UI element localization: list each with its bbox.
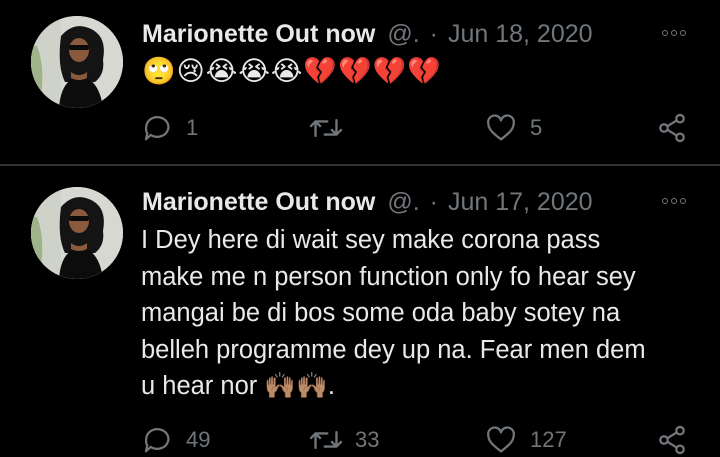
tweet-text-line: I Dey here di wait sey make corona pass xyxy=(141,226,601,254)
reply-count: 1 xyxy=(186,115,199,140)
separator: · xyxy=(429,187,438,216)
action-bar: 49 33 127 xyxy=(138,423,698,457)
reply-icon xyxy=(144,428,170,453)
tweet[interactable]: Marionette Out now @. · Jun 18, 2020 🙄😢😭… xyxy=(0,0,720,165)
retweet-count: 33 xyxy=(355,427,380,452)
avatar-image xyxy=(31,187,123,279)
display-name[interactable]: Marionette Out now xyxy=(142,20,375,49)
more-button[interactable] xyxy=(650,17,690,51)
avatar-image xyxy=(31,16,123,108)
tweet-text-line: make me n person function only fo hear s… xyxy=(141,262,636,291)
share-icon xyxy=(659,113,685,143)
handle[interactable]: @. xyxy=(387,20,419,49)
display-name[interactable]: Marionette Out now xyxy=(142,188,375,217)
like-button[interactable]: 5 xyxy=(484,111,542,145)
avatar[interactable] xyxy=(31,16,123,108)
retweet-button[interactable]: 33 xyxy=(309,423,379,457)
action-bar: 1 5 xyxy=(138,111,698,145)
like-button[interactable]: 127 xyxy=(484,423,567,457)
like-icon xyxy=(487,114,515,141)
tweet-text: I Dey here di wait sey make corona pass … xyxy=(141,222,701,405)
like-icon xyxy=(487,426,515,453)
share-button[interactable] xyxy=(656,111,688,145)
more-button[interactable] xyxy=(650,185,690,219)
share-icon xyxy=(659,425,685,455)
retweet-icon xyxy=(309,118,343,138)
like-count: 5 xyxy=(530,115,543,140)
more-icon xyxy=(662,30,686,36)
reply-icon xyxy=(144,116,170,141)
avatar[interactable] xyxy=(31,187,123,279)
tweet[interactable]: Marionette Out now @. · Jun 17, 2020 I D… xyxy=(0,166,720,455)
reply-count: 49 xyxy=(186,427,211,452)
handle[interactable]: @. xyxy=(387,188,419,217)
tweet-text-line: u hear nor 🙌🏽🙌🏽. xyxy=(141,372,335,400)
retweet-button[interactable] xyxy=(309,111,355,145)
tweet-text-line: belleh programme dey up na. Fear men dem xyxy=(141,335,646,364)
separator: · xyxy=(429,19,438,48)
tweet-text-line: mangai be di bos some oda baby sotey na xyxy=(141,299,621,327)
reply-button[interactable]: 49 xyxy=(142,423,210,457)
reply-button[interactable]: 1 xyxy=(142,111,198,145)
timestamp[interactable]: Jun 18, 2020 xyxy=(448,20,593,49)
more-icon xyxy=(662,198,686,204)
timestamp[interactable]: Jun 17, 2020 xyxy=(448,188,593,217)
tweet-header: Marionette Out now @. · Jun 17, 2020 xyxy=(142,185,702,219)
retweet-icon xyxy=(309,430,343,450)
like-count: 127 xyxy=(530,427,567,452)
share-button[interactable] xyxy=(656,423,688,457)
tweet-header: Marionette Out now @. · Jun 18, 2020 xyxy=(142,17,702,51)
tweet-text: 🙄😢😭😭😭💔💔💔💔 xyxy=(142,56,442,87)
